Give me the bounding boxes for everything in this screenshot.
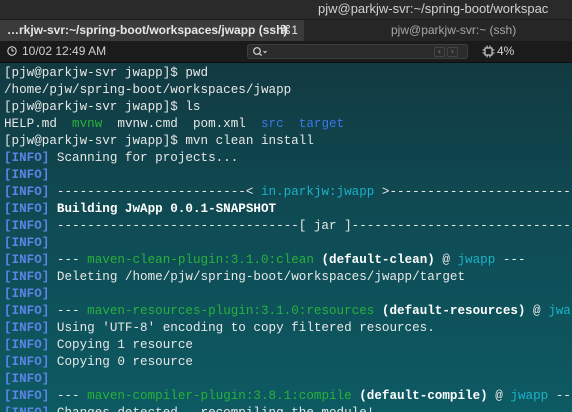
tab-label: …rkjw-svr:~/spring-boot/workspaces/jwapp… — [7, 23, 288, 37]
tab-home-ssh[interactable]: pjw@parkjw-svr:~ (ssh) — [304, 20, 572, 41]
terminal-text: maven-resources-plugin:3.1.0:resources — [87, 304, 375, 318]
search-prev-button[interactable]: ‹ — [434, 47, 445, 57]
terminal-text: Changes detected - recompiling the modul… — [49, 406, 374, 412]
search-box[interactable]: ‹ › — [247, 44, 468, 59]
terminal-text: jwapp — [510, 389, 549, 403]
terminal-text: >-------------------------- — [374, 185, 572, 199]
terminal-line: [INFO] Changes detected - recompiling th… — [4, 405, 374, 412]
clock-text: 10/02 12:49 AM — [22, 44, 107, 58]
terminal-text: --------------------------------[ jar ]-… — [49, 219, 572, 233]
log-level-tag: [INFO] — [4, 270, 50, 284]
terminal-text: Copying 0 resource — [49, 355, 193, 369]
terminal-text: target — [298, 117, 345, 131]
terminal-line: /home/pjw/spring-boot/workspaces/jwapp — [4, 82, 291, 99]
cpu-icon — [482, 45, 495, 58]
terminal-line: [INFO] Building JwApp 0.0.1-SNAPSHOT — [4, 201, 276, 218]
tab-shortcut: ⌘1 — [279, 23, 298, 37]
terminal-line: [INFO] --- maven-clean-plugin:3.1.0:clea… — [4, 252, 526, 269]
search-icon — [253, 47, 267, 57]
terminal-text: Scanning for projects... — [49, 151, 239, 165]
terminal-text: [pjw@parkjw-svr jwapp]$ pwd — [4, 66, 209, 80]
terminal-text: mvnw.cmd pom.xml — [102, 117, 261, 131]
log-level-tag: [INFO] — [4, 219, 50, 233]
terminal-text: [pjw@parkjw-svr jwapp]$ ls — [4, 100, 201, 114]
log-level-tag: [INFO] — [4, 287, 50, 301]
terminal-line: HELP.md mvnw mvnw.cmd pom.xml src target — [4, 116, 344, 133]
terminal-line: [INFO] Copying 1 resource — [4, 337, 193, 354]
terminal-line: [INFO] --------------------------------[… — [4, 218, 572, 235]
terminal-text: jwapp — [457, 253, 496, 267]
terminal-text: --- — [49, 389, 88, 403]
terminal-line: [INFO] — [4, 235, 49, 252]
terminal-text: jwapp — [548, 304, 572, 318]
log-level-tag: [INFO] — [4, 372, 50, 386]
terminal-line: [INFO] -------------------------< in.par… — [4, 184, 572, 201]
terminal-line: [INFO] — [4, 371, 49, 388]
clock-icon — [7, 46, 17, 56]
terminal-line: [INFO] Using 'UTF-8' encoding to copy fi… — [4, 320, 435, 337]
log-level-tag: [INFO] — [4, 236, 50, 250]
log-level-tag: [INFO] — [4, 151, 50, 165]
terminal-text: --- — [49, 304, 88, 318]
terminal-text: in.parkjw:jwapp — [260, 185, 375, 199]
terminal-line: [INFO] Deleting /home/pjw/spring-boot/wo… — [4, 269, 465, 286]
terminal-line: [pjw@parkjw-svr jwapp]$ ls — [4, 99, 201, 116]
log-level-tag: [INFO] — [4, 321, 50, 335]
tab-jwapp-ssh[interactable]: …rkjw-svr:~/spring-boot/workspaces/jwapp… — [0, 20, 304, 41]
terminal-line: [INFO] Copying 0 resource — [4, 354, 193, 371]
terminal-line: [INFO] --- maven-resources-plugin:3.1.0:… — [4, 303, 572, 320]
terminal-text: maven-clean-plugin:3.1.0:clean — [87, 253, 314, 267]
terminal-line: [pjw@parkjw-svr jwapp]$ mvn clean instal… — [4, 133, 314, 150]
terminal-line: [pjw@parkjw-svr jwapp]$ pwd — [4, 65, 208, 82]
terminal-text: @ — [525, 304, 549, 318]
terminal-text: Using 'UTF-8' encoding to copy filtered … — [49, 321, 435, 335]
log-level-tag: [INFO] — [4, 389, 50, 403]
terminal-text: (default-compile) — [351, 389, 488, 403]
log-level-tag: [INFO] — [4, 406, 49, 412]
log-level-tag: [INFO] — [4, 253, 50, 267]
terminal-text: --- — [49, 253, 88, 267]
terminal-text: [pjw@parkjw-svr jwapp]$ mvn clean instal… — [4, 134, 314, 148]
terminal-text: --- — [555, 389, 572, 403]
terminal-text: @ — [434, 253, 458, 267]
terminal-text: (default-clean) — [313, 253, 435, 267]
terminal-text: Deleting /home/pjw/spring-boot/workspace… — [49, 270, 466, 284]
terminal-text: mvnw — [72, 117, 103, 131]
terminal-text: src — [260, 117, 284, 131]
terminal-text: @ — [487, 389, 511, 403]
log-level-tag: [INFO] — [4, 304, 50, 318]
tab-label: pjw@parkjw-svr:~ (ssh) — [391, 23, 517, 37]
terminal-text: maven-compiler-plugin:3.8.1:compile — [87, 389, 352, 403]
log-level-tag: [INFO] — [4, 355, 50, 369]
terminal-text: -------------------------< — [49, 185, 261, 199]
terminal-text: /home/pjw/spring-boot/workspaces/jwapp — [4, 83, 292, 97]
terminal-output[interactable]: [pjw@parkjw-svr jwapp]$ pwd/home/pjw/spr… — [0, 63, 572, 412]
terminal-text: (default-resources) — [374, 304, 526, 318]
terminal-text: Building JwApp 0.0.1-SNAPSHOT — [49, 202, 277, 216]
window-titlebar: pjw@parkjw-svr:~/spring-boot/workspac — [0, 0, 572, 20]
log-level-tag: [INFO] — [4, 185, 50, 199]
terminal-line: [INFO] Scanning for projects... — [4, 150, 238, 167]
tab-bar: …rkjw-svr:~/spring-boot/workspaces/jwapp… — [0, 20, 572, 41]
terminal-text: --- — [495, 253, 526, 267]
terminal-line: [INFO] --- maven-compiler-plugin:3.8.1:c… — [4, 388, 572, 405]
window-title: pjw@parkjw-svr:~/spring-boot/workspac — [318, 1, 549, 16]
status-bar: 10/02 12:49 AM ‹ › 4% — [0, 41, 572, 63]
log-level-tag: [INFO] — [4, 168, 50, 182]
search-next-button[interactable]: › — [447, 47, 458, 57]
log-level-tag: [INFO] — [4, 338, 50, 352]
terminal-line: [INFO] — [4, 286, 49, 303]
search-input[interactable] — [270, 45, 420, 58]
terminal-line: [INFO] — [4, 167, 49, 184]
cpu-usage: 4% — [497, 44, 515, 58]
terminal-text: Copying 1 resource — [49, 338, 193, 352]
terminal-text: HELP.md — [4, 117, 73, 131]
log-level-tag: [INFO] — [4, 202, 50, 216]
